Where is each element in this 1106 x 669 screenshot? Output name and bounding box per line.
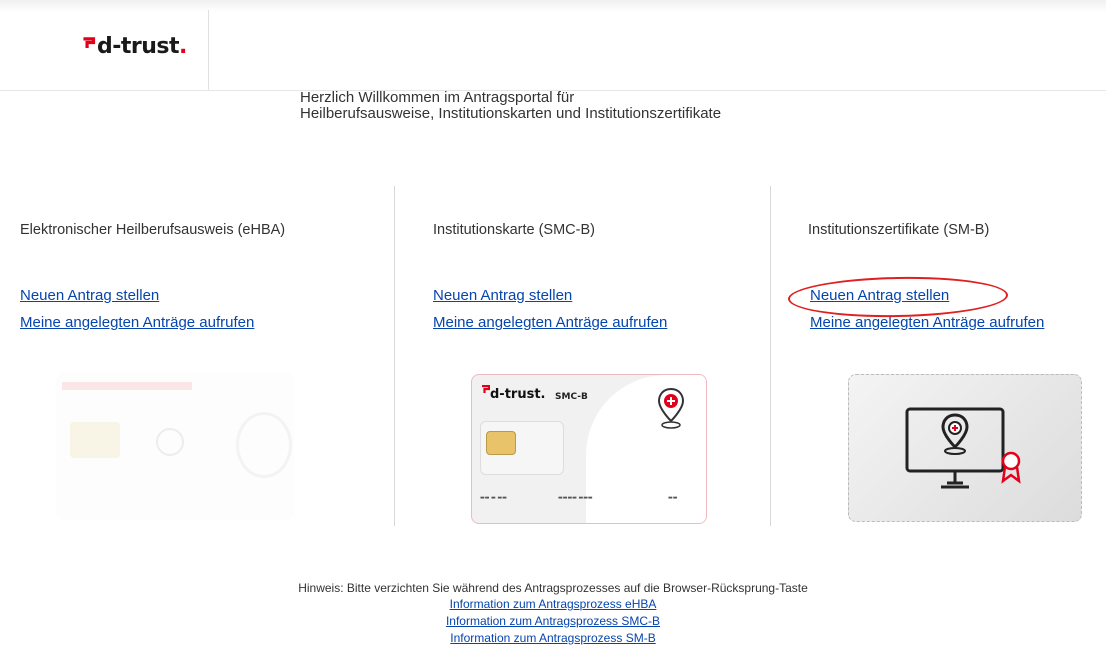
card-logo-mark-icon xyxy=(482,385,490,393)
column-title-ehba: Elektronischer Heilberufsausweis (eHBA) xyxy=(20,222,286,238)
column-divider xyxy=(770,186,771,526)
column-divider xyxy=(394,186,395,526)
circle-icon xyxy=(156,428,184,456)
welcome-text: Herzlich Willkommen im Antragsportal für… xyxy=(300,90,900,122)
footer-hint: Hinweis: Bitte verzichten Sie während de… xyxy=(298,581,808,595)
smcb-card-image: d-trust. SMC-B ▬▬ ▬ ▬▬ ▬▬▬▬ ▬▬▬ ▬▬ xyxy=(471,374,707,524)
info-link-ehba[interactable]: Information zum Antragsprozess eHBA xyxy=(0,596,1106,613)
ehba-new-request-link[interactable]: Neuen Antrag stellen xyxy=(20,287,159,304)
ehba-my-requests-link[interactable]: Meine angelegten Anträge aufrufen xyxy=(20,314,254,331)
ehba-card-image xyxy=(56,372,294,520)
card-small-text: ▬▬ xyxy=(668,495,678,501)
location-pin-icon xyxy=(657,387,685,429)
welcome-line-1: Herzlich Willkommen im Antragsportal für xyxy=(300,89,575,106)
smb-card-image xyxy=(848,374,1082,522)
card-header-bar xyxy=(62,382,192,390)
card-logo-text: d-trust. xyxy=(490,387,546,402)
logo-text: d-trust. xyxy=(97,34,187,59)
card-label: SMC-B xyxy=(555,392,588,402)
chip-icon xyxy=(486,431,516,455)
page: d-trust. Herzlich Willkommen im Antragsp… xyxy=(0,0,1106,669)
smcb-new-request-link[interactable]: Neuen Antrag stellen xyxy=(433,287,572,304)
header: d-trust. xyxy=(0,10,1106,91)
d-trust-logo[interactable]: d-trust. xyxy=(80,34,187,59)
card-small-text: ▬▬▬▬ ▬▬▬ xyxy=(558,495,593,501)
welcome-line-2: Heilberufsausweise, Institutionskarten u… xyxy=(300,105,722,122)
info-link-smb[interactable]: Information zum Antragsprozess SM-B xyxy=(0,630,1106,647)
card-small-text: ▬▬ ▬ ▬▬ xyxy=(480,495,507,501)
smcb-my-requests-link[interactable]: Meine angelegten Anträge aufrufen xyxy=(433,314,667,331)
highlight-circle xyxy=(787,275,1009,319)
column-title-smb: Institutionszertifikate (SM-B) xyxy=(808,222,990,238)
footer: Hinweis: Bitte verzichten Sie während de… xyxy=(0,580,1106,647)
info-link-smcb[interactable]: Information zum Antragsprozess SMC-B xyxy=(0,613,1106,630)
logo-mark-icon xyxy=(83,37,96,48)
chip-icon xyxy=(70,422,120,458)
seal-icon xyxy=(236,412,292,478)
certificate-monitor-icon xyxy=(905,407,1021,489)
column-title-smcb: Institutionskarte (SMC-B) xyxy=(433,222,595,238)
card-highlight xyxy=(586,375,706,523)
logo-area: d-trust. xyxy=(0,10,209,90)
smb-my-requests-link[interactable]: Meine angelegten Anträge aufrufen xyxy=(810,314,1044,331)
